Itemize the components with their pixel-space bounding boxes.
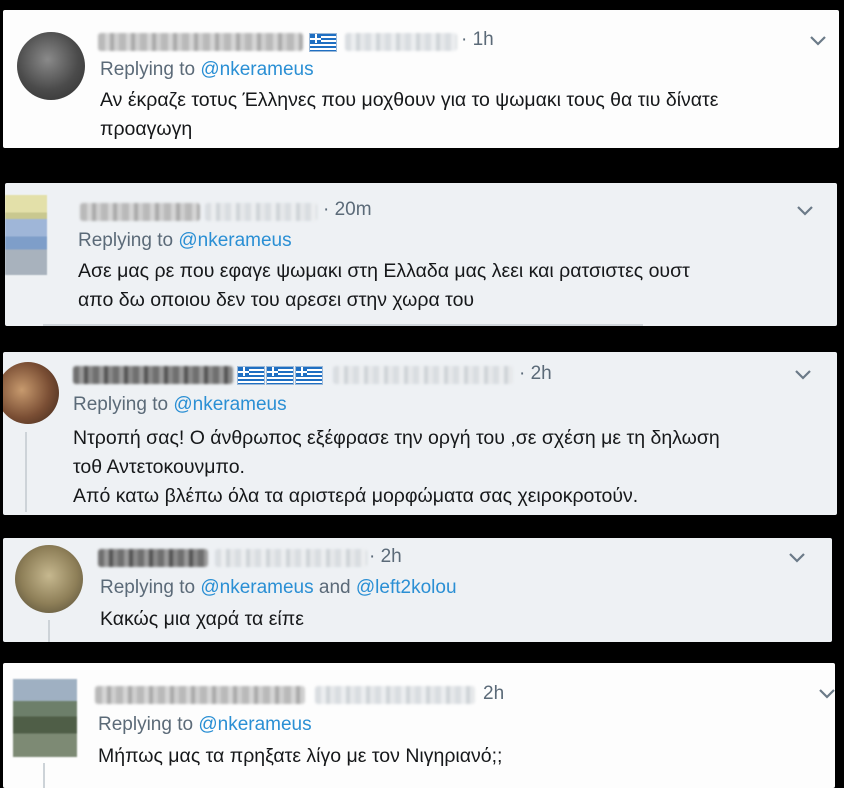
reply-handle-link[interactable]: @nkerameus xyxy=(178,230,291,251)
avatar[interactable] xyxy=(13,679,77,757)
tweet-card[interactable]: · 2h Replying to @nkerameus Ντροπή σας! … xyxy=(3,352,837,515)
tweet-time[interactable]: · 20m xyxy=(323,199,372,221)
replying-prefix: Replying to xyxy=(100,59,201,80)
replying-prefix: Replying to xyxy=(73,394,174,415)
divider xyxy=(43,324,643,326)
thread-line xyxy=(48,620,50,642)
reply-joiner: and xyxy=(313,577,356,598)
greek-flag-icon xyxy=(309,33,337,52)
tweet-text: Ντροπή σας! Ο άνθρωπος εξέφρασε την οργή… xyxy=(73,427,720,507)
reply-handle-link[interactable]: @left2kolou xyxy=(356,577,457,598)
reply-handle-link[interactable]: @nkerameus xyxy=(200,59,313,80)
chevron-down-icon[interactable] xyxy=(795,204,815,218)
replying-prefix: Replying to xyxy=(100,577,201,598)
thread-line xyxy=(43,763,45,788)
tweet-card[interactable]: · 20m Replying to @nkerameus Ασε μας ρε … xyxy=(5,183,837,326)
tweet-card[interactable]: · 1h Replying to @nkerameus Αν έκραζε το… xyxy=(3,10,839,148)
username-blurred[interactable] xyxy=(315,686,475,704)
username-blurred[interactable] xyxy=(205,203,317,221)
replying-to: Replying to @nkerameus xyxy=(78,230,292,252)
reply-handle-link[interactable]: @nkerameus xyxy=(173,394,286,415)
greek-flag-icon xyxy=(266,366,294,385)
display-name-blurred[interactable] xyxy=(73,366,233,384)
avatar[interactable] xyxy=(3,362,59,424)
replying-to: Replying to @nkerameus xyxy=(98,714,312,736)
greek-flag-icon xyxy=(237,366,265,385)
avatar[interactable] xyxy=(17,32,85,100)
tweet-text: Κακώς μια χαρά τα είπε xyxy=(100,608,304,630)
tweet-time[interactable]: · 2h xyxy=(519,363,552,385)
replying-to: Replying to @nkerameus and @left2kolou xyxy=(100,577,457,599)
replying-prefix: Replying to xyxy=(78,230,179,251)
chevron-down-icon[interactable] xyxy=(817,687,835,701)
tweet-time[interactable]: · 2h xyxy=(369,546,402,568)
tweet-time[interactable]: 2h xyxy=(483,683,504,705)
replying-to: Replying to @nkerameus xyxy=(73,394,287,416)
tweet-text: Ασε μας ρε που εφαγε ψωμακι στη Ελλαδα μ… xyxy=(78,260,690,311)
replying-to: Replying to @nkerameus xyxy=(100,59,314,81)
username-blurred[interactable] xyxy=(333,366,513,384)
tweet-time[interactable]: · 1h xyxy=(461,29,494,51)
chevron-down-icon[interactable] xyxy=(787,551,807,565)
username-blurred[interactable] xyxy=(215,549,367,567)
display-name-blurred[interactable] xyxy=(98,33,303,51)
chevron-down-icon[interactable] xyxy=(793,368,813,382)
tweet-text: Αν έκραζε τοτυς Έλληνες που μοχθουν για … xyxy=(100,89,719,140)
tweet-card[interactable]: · 2h Replying to @nkerameus and @left2ko… xyxy=(3,538,832,642)
display-name-blurred[interactable] xyxy=(98,549,208,567)
display-name-blurred[interactable] xyxy=(95,686,305,704)
username-blurred[interactable] xyxy=(345,33,457,51)
chevron-down-icon[interactable] xyxy=(808,34,828,48)
replying-prefix: Replying to xyxy=(98,714,199,735)
tweet-card[interactable]: 2h Replying to @nkerameus Μήπως μας τα π… xyxy=(3,663,835,788)
tweet-text: Μήπως μας τα πρηξατε λίγο με τον Νιγηρια… xyxy=(98,745,503,767)
reply-handle-link[interactable]: @nkerameus xyxy=(200,577,313,598)
greek-flag-icon xyxy=(295,366,323,385)
reply-handle-link[interactable]: @nkerameus xyxy=(198,714,311,735)
avatar[interactable] xyxy=(15,545,83,613)
thread-line xyxy=(25,432,27,512)
display-name-blurred[interactable] xyxy=(80,203,200,221)
avatar[interactable] xyxy=(5,195,47,275)
